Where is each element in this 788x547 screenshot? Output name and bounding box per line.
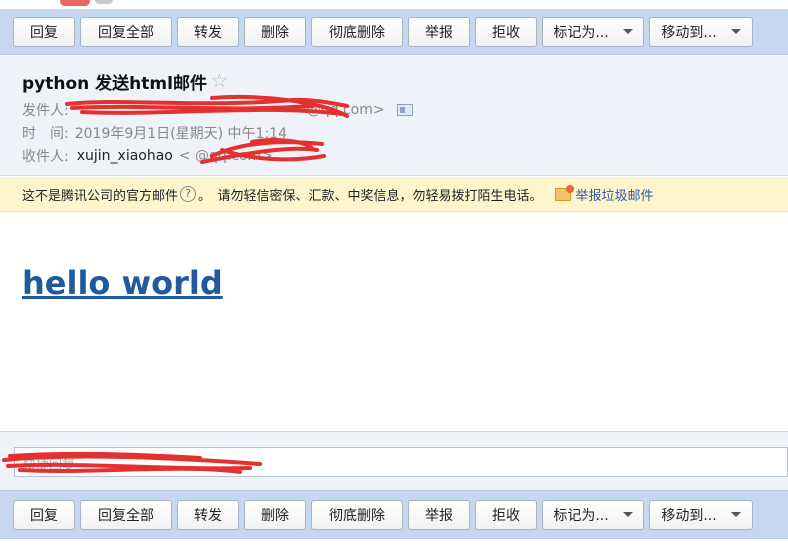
bottom-toolbar: 回复 回复全部 转发 删除 彻底删除 举报 拒收 标记为... 移动到... [0, 490, 788, 539]
top-toolbar: 回复 回复全部 转发 删除 彻底删除 举报 拒收 标记为... 移动到... [0, 9, 788, 55]
chevron-down-icon [730, 29, 741, 34]
to-name[interactable]: xujin_xiaohao [77, 148, 173, 164]
reply-all-button-bottom[interactable]: 回复全部 [80, 499, 172, 530]
redaction-scribble [2, 451, 262, 474]
contact-card-icon[interactable] [396, 103, 413, 116]
top-strip [0, 0, 788, 9]
chevron-down-icon [622, 512, 633, 517]
body-heading-link[interactable]: hello world [22, 264, 223, 302]
chevron-down-icon [730, 512, 741, 517]
subject-text: python 发送html邮件 [22, 73, 207, 94]
redaction-scribble [200, 138, 326, 164]
report-spam-icon [554, 184, 574, 201]
reject-button-bottom[interactable]: 拒收 [475, 499, 537, 530]
reply-all-button[interactable]: 回复全部 [80, 16, 172, 47]
logo-fragment [60, 0, 90, 6]
security-warning: 这不是腾讯公司的官方邮件 ? 。 请勿轻信密保、汇款、中奖信息，勿轻易拨打陌生电… [0, 177, 788, 212]
reply-button-bottom[interactable]: 回复 [13, 499, 75, 530]
report-button-bottom[interactable]: 举报 [408, 499, 470, 530]
time-line: 时 间: 2019年9月1日(星期天) 中午1:14 [22, 121, 788, 144]
chevron-down-icon [622, 29, 633, 34]
to-line: 收件人: xujin_xiaohao < @qq.com> [22, 138, 788, 167]
delete-permanently-button-bottom[interactable]: 彻底删除 [311, 499, 403, 530]
redaction-scribble [65, 94, 349, 118]
move-to-label: 移动到... [661, 507, 717, 524]
from-line: 发件人: @qq.com> [22, 94, 788, 121]
delete-button-bottom[interactable]: 删除 [244, 499, 306, 530]
logo-fragment-2 [95, 0, 113, 4]
report-button[interactable]: 举报 [408, 16, 470, 47]
help-icon[interactable]: ? [180, 186, 197, 202]
move-to-dropdown-bottom[interactable]: 移动到... [649, 499, 753, 530]
move-to-dropdown[interactable]: 移动到... [649, 16, 753, 47]
reply-button[interactable]: 回复 [13, 16, 75, 47]
forward-button-bottom[interactable]: 转发 [177, 499, 239, 530]
delete-button[interactable]: 删除 [244, 16, 306, 47]
mark-as-label: 标记为... [553, 24, 609, 41]
mail-subject: python 发送html邮件 ☆ [22, 68, 788, 94]
mail-header: python 发送html邮件 ☆ 发件人: @qq.com> 时 间: 201… [0, 56, 788, 176]
mark-as-dropdown-bottom[interactable]: 标记为... [542, 499, 644, 530]
quick-reply-area: 快捷回复 [0, 431, 788, 490]
mark-as-dropdown[interactable]: 标记为... [542, 16, 644, 47]
warning-text-1: 这不是腾讯公司的官方邮件 [22, 188, 179, 204]
move-to-label: 移动到... [661, 24, 717, 41]
report-spam-link[interactable]: 举报垃圾邮件 [576, 185, 654, 204]
to-label: 收件人: [22, 148, 69, 165]
forward-button[interactable]: 转发 [177, 16, 239, 47]
delete-permanently-button[interactable]: 彻底删除 [311, 16, 403, 47]
time-label: 时 间: [22, 125, 69, 142]
star-icon[interactable]: ☆ [211, 70, 228, 92]
mail-body: hello world [22, 264, 223, 302]
mark-as-label: 标记为... [553, 507, 609, 524]
warning-text-2: 。 请勿轻信密保、汇款、中奖信息，勿轻易拨打陌生电话。 [198, 188, 543, 204]
reject-button[interactable]: 拒收 [475, 16, 537, 47]
